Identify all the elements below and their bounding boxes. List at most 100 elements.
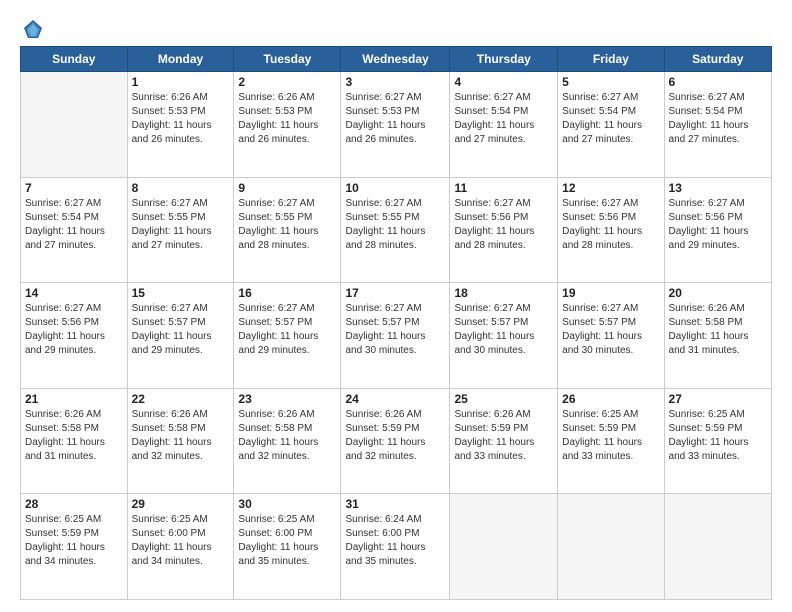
- day-info: Sunrise: 6:27 AM Sunset: 5:56 PM Dayligh…: [562, 197, 659, 253]
- day-info: Sunrise: 6:27 AM Sunset: 5:55 PM Dayligh…: [238, 197, 336, 253]
- calendar-table: Sunday Monday Tuesday Wednesday Thursday…: [20, 46, 772, 600]
- day-info: Sunrise: 6:27 AM Sunset: 5:57 PM Dayligh…: [345, 302, 445, 358]
- day-number: 23: [238, 392, 336, 406]
- day-info: Sunrise: 6:25 AM Sunset: 5:59 PM Dayligh…: [25, 513, 123, 569]
- calendar-cell: 24 Sunrise: 6:26 AM Sunset: 5:59 PM Dayli…: [341, 388, 450, 494]
- calendar-cell: 12 Sunrise: 6:27 AM Sunset: 5:56 PM Dayli…: [558, 177, 664, 283]
- calendar-cell: 26 Sunrise: 6:25 AM Sunset: 5:59 PM Dayli…: [558, 388, 664, 494]
- day-info: Sunrise: 6:27 AM Sunset: 5:54 PM Dayligh…: [562, 91, 659, 147]
- day-number: 8: [132, 181, 230, 195]
- calendar-cell: 15 Sunrise: 6:27 AM Sunset: 5:57 PM Dayli…: [127, 283, 234, 389]
- calendar-cell: 20 Sunrise: 6:26 AM Sunset: 5:58 PM Dayli…: [664, 283, 771, 389]
- day-info: Sunrise: 6:27 AM Sunset: 5:54 PM Dayligh…: [454, 91, 553, 147]
- calendar-cell: 22 Sunrise: 6:26 AM Sunset: 5:58 PM Dayli…: [127, 388, 234, 494]
- col-sunday: Sunday: [21, 47, 128, 72]
- day-number: 11: [454, 181, 553, 195]
- day-number: 14: [25, 286, 123, 300]
- day-info: Sunrise: 6:27 AM Sunset: 5:56 PM Dayligh…: [669, 197, 767, 253]
- calendar-week-row: 7 Sunrise: 6:27 AM Sunset: 5:54 PM Daylig…: [21, 177, 772, 283]
- day-info: Sunrise: 6:25 AM Sunset: 5:59 PM Dayligh…: [669, 408, 767, 464]
- calendar-header-row: Sunday Monday Tuesday Wednesday Thursday…: [21, 47, 772, 72]
- calendar-cell: 28Sunrise: 6:25 AM Sunset: 5:59 PM Dayli…: [21, 494, 128, 600]
- calendar-cell: [450, 494, 558, 600]
- day-number: 30: [238, 497, 336, 511]
- day-info: Sunrise: 6:25 AM Sunset: 5:59 PM Dayligh…: [562, 408, 659, 464]
- day-info: Sunrise: 6:26 AM Sunset: 5:58 PM Dayligh…: [25, 408, 123, 464]
- day-number: 12: [562, 181, 659, 195]
- calendar-cell: 25Sunrise: 6:26 AM Sunset: 5:59 PM Dayli…: [450, 388, 558, 494]
- calendar-week-row: 1 Sunrise: 6:26 AM Sunset: 5:53 PM Daylig…: [21, 72, 772, 178]
- day-info: Sunrise: 6:27 AM Sunset: 5:55 PM Dayligh…: [345, 197, 445, 253]
- col-friday: Friday: [558, 47, 664, 72]
- day-number: 16: [238, 286, 336, 300]
- col-monday: Monday: [127, 47, 234, 72]
- day-number: 18: [454, 286, 553, 300]
- calendar-cell: 8 Sunrise: 6:27 AM Sunset: 5:55 PM Daylig…: [127, 177, 234, 283]
- calendar-cell: 13 Sunrise: 6:27 AM Sunset: 5:56 PM Dayli…: [664, 177, 771, 283]
- calendar-cell: 17Sunrise: 6:27 AM Sunset: 5:57 PM Dayli…: [341, 283, 450, 389]
- calendar-cell: 21 Sunrise: 6:26 AM Sunset: 5:58 PM Dayli…: [21, 388, 128, 494]
- day-info: Sunrise: 6:26 AM Sunset: 5:53 PM Dayligh…: [132, 91, 230, 147]
- calendar-week-row: 14 Sunrise: 6:27 AM Sunset: 5:56 PM Dayli…: [21, 283, 772, 389]
- day-info: Sunrise: 6:27 AM Sunset: 5:54 PM Dayligh…: [25, 197, 123, 253]
- calendar-cell: 29 Sunrise: 6:25 AM Sunset: 6:00 PM Dayli…: [127, 494, 234, 600]
- day-number: 1: [132, 75, 230, 89]
- calendar-week-row: 28Sunrise: 6:25 AM Sunset: 5:59 PM Dayli…: [21, 494, 772, 600]
- day-number: 24: [345, 392, 445, 406]
- calendar-cell: [664, 494, 771, 600]
- day-number: 2: [238, 75, 336, 89]
- calendar-cell: 6Sunrise: 6:27 AM Sunset: 5:54 PM Daylig…: [664, 72, 771, 178]
- day-number: 4: [454, 75, 553, 89]
- day-info: Sunrise: 6:27 AM Sunset: 5:55 PM Dayligh…: [132, 197, 230, 253]
- day-info: Sunrise: 6:27 AM Sunset: 5:57 PM Dayligh…: [562, 302, 659, 358]
- day-info: Sunrise: 6:26 AM Sunset: 5:58 PM Dayligh…: [669, 302, 767, 358]
- day-info: Sunrise: 6:27 AM Sunset: 5:54 PM Dayligh…: [669, 91, 767, 147]
- calendar-week-row: 21 Sunrise: 6:26 AM Sunset: 5:58 PM Dayli…: [21, 388, 772, 494]
- day-info: Sunrise: 6:24 AM Sunset: 6:00 PM Dayligh…: [345, 513, 445, 569]
- day-number: 26: [562, 392, 659, 406]
- day-info: Sunrise: 6:27 AM Sunset: 5:57 PM Dayligh…: [238, 302, 336, 358]
- day-number: 5: [562, 75, 659, 89]
- day-number: 20: [669, 286, 767, 300]
- day-number: 29: [132, 497, 230, 511]
- col-wednesday: Wednesday: [341, 47, 450, 72]
- calendar-cell: 23 Sunrise: 6:26 AM Sunset: 5:58 PM Dayli…: [234, 388, 341, 494]
- day-info: Sunrise: 6:26 AM Sunset: 5:59 PM Dayligh…: [345, 408, 445, 464]
- logo-icon: [22, 18, 44, 40]
- day-info: Sunrise: 6:27 AM Sunset: 5:57 PM Dayligh…: [132, 302, 230, 358]
- day-number: 13: [669, 181, 767, 195]
- day-number: 7: [25, 181, 123, 195]
- calendar-cell: [21, 72, 128, 178]
- day-info: Sunrise: 6:27 AM Sunset: 5:56 PM Dayligh…: [454, 197, 553, 253]
- calendar-cell: 31 Sunrise: 6:24 AM Sunset: 6:00 PM Dayli…: [341, 494, 450, 600]
- calendar-cell: 2Sunrise: 6:26 AM Sunset: 5:53 PM Daylig…: [234, 72, 341, 178]
- day-number: 25: [454, 392, 553, 406]
- day-number: 22: [132, 392, 230, 406]
- calendar-cell: 27 Sunrise: 6:25 AM Sunset: 5:59 PM Dayli…: [664, 388, 771, 494]
- day-number: 9: [238, 181, 336, 195]
- calendar-cell: [558, 494, 664, 600]
- day-info: Sunrise: 6:25 AM Sunset: 6:00 PM Dayligh…: [238, 513, 336, 569]
- calendar-cell: 18 Sunrise: 6:27 AM Sunset: 5:57 PM Dayli…: [450, 283, 558, 389]
- page: Sunday Monday Tuesday Wednesday Thursday…: [0, 0, 792, 612]
- calendar-cell: 14 Sunrise: 6:27 AM Sunset: 5:56 PM Dayli…: [21, 283, 128, 389]
- day-info: Sunrise: 6:26 AM Sunset: 5:58 PM Dayligh…: [132, 408, 230, 464]
- logo: [20, 18, 44, 40]
- day-info: Sunrise: 6:26 AM Sunset: 5:58 PM Dayligh…: [238, 408, 336, 464]
- day-number: 21: [25, 392, 123, 406]
- day-info: Sunrise: 6:27 AM Sunset: 5:57 PM Dayligh…: [454, 302, 553, 358]
- header: [20, 18, 772, 40]
- calendar-cell: 11 Sunrise: 6:27 AM Sunset: 5:56 PM Dayli…: [450, 177, 558, 283]
- day-number: 31: [345, 497, 445, 511]
- day-number: 10: [345, 181, 445, 195]
- day-number: 27: [669, 392, 767, 406]
- calendar-cell: 1 Sunrise: 6:26 AM Sunset: 5:53 PM Daylig…: [127, 72, 234, 178]
- calendar-cell: 10 Sunrise: 6:27 AM Sunset: 5:55 PM Dayli…: [341, 177, 450, 283]
- day-info: Sunrise: 6:27 AM Sunset: 5:56 PM Dayligh…: [25, 302, 123, 358]
- calendar-cell: 9 Sunrise: 6:27 AM Sunset: 5:55 PM Daylig…: [234, 177, 341, 283]
- col-saturday: Saturday: [664, 47, 771, 72]
- day-number: 15: [132, 286, 230, 300]
- calendar-cell: 5 Sunrise: 6:27 AM Sunset: 5:54 PM Daylig…: [558, 72, 664, 178]
- day-info: Sunrise: 6:25 AM Sunset: 6:00 PM Dayligh…: [132, 513, 230, 569]
- calendar-cell: 4 Sunrise: 6:27 AM Sunset: 5:54 PM Daylig…: [450, 72, 558, 178]
